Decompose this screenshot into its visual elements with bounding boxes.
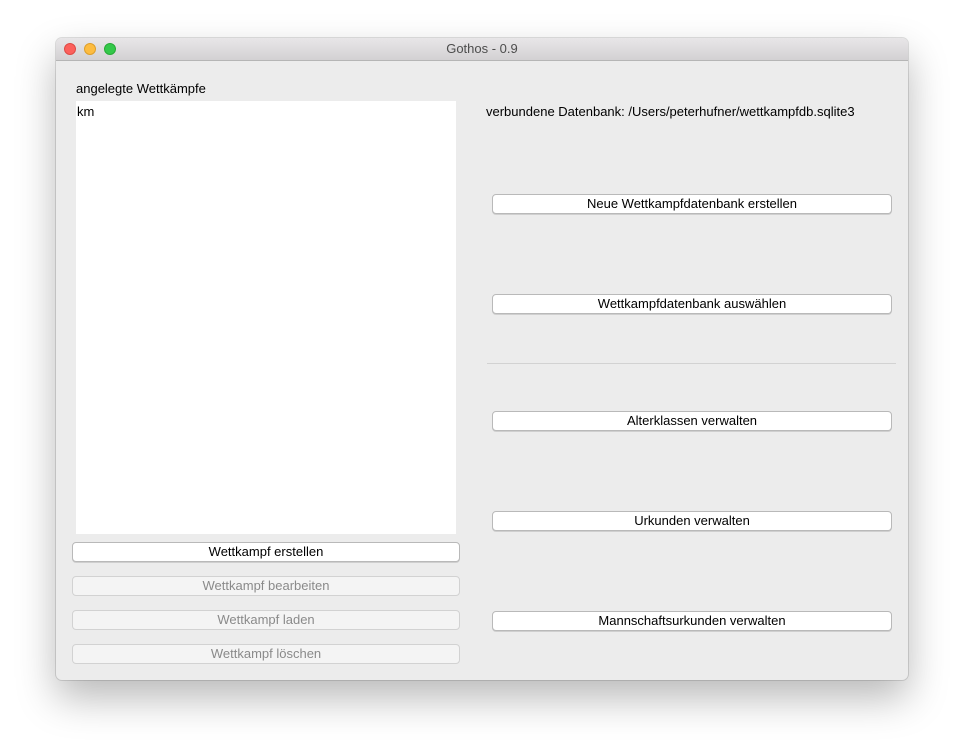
delete-competition-button[interactable]: Wettkampf löschen bbox=[72, 644, 460, 664]
select-database-button[interactable]: Wettkampfdatenbank auswählen bbox=[492, 294, 892, 314]
separator bbox=[487, 363, 896, 364]
competitions-heading: angelegte Wettkämpfe bbox=[76, 81, 206, 96]
manage-certificates-button[interactable]: Urkunden verwalten bbox=[492, 511, 892, 531]
new-database-button[interactable]: Neue Wettkampfdatenbank erstellen bbox=[492, 194, 892, 214]
create-competition-button[interactable]: Wettkampf erstellen bbox=[72, 542, 460, 562]
window-title: Gothos - 0.9 bbox=[446, 41, 518, 56]
connected-database-label: verbundene Datenbank: /Users/peterhufner… bbox=[486, 104, 855, 119]
competitions-list[interactable]: km bbox=[76, 101, 456, 534]
app-window: Gothos - 0.9 angelegte Wettkämpfe km ver… bbox=[56, 38, 908, 680]
load-competition-button[interactable]: Wettkampf laden bbox=[72, 610, 460, 630]
edit-competition-button[interactable]: Wettkampf bearbeiten bbox=[72, 576, 460, 596]
title-bar[interactable]: Gothos - 0.9 bbox=[56, 38, 908, 61]
list-item[interactable]: km bbox=[77, 104, 94, 119]
manage-age-classes-button[interactable]: Alterklassen verwalten bbox=[492, 411, 892, 431]
manage-team-certificates-button[interactable]: Mannschaftsurkunden verwalten bbox=[492, 611, 892, 631]
